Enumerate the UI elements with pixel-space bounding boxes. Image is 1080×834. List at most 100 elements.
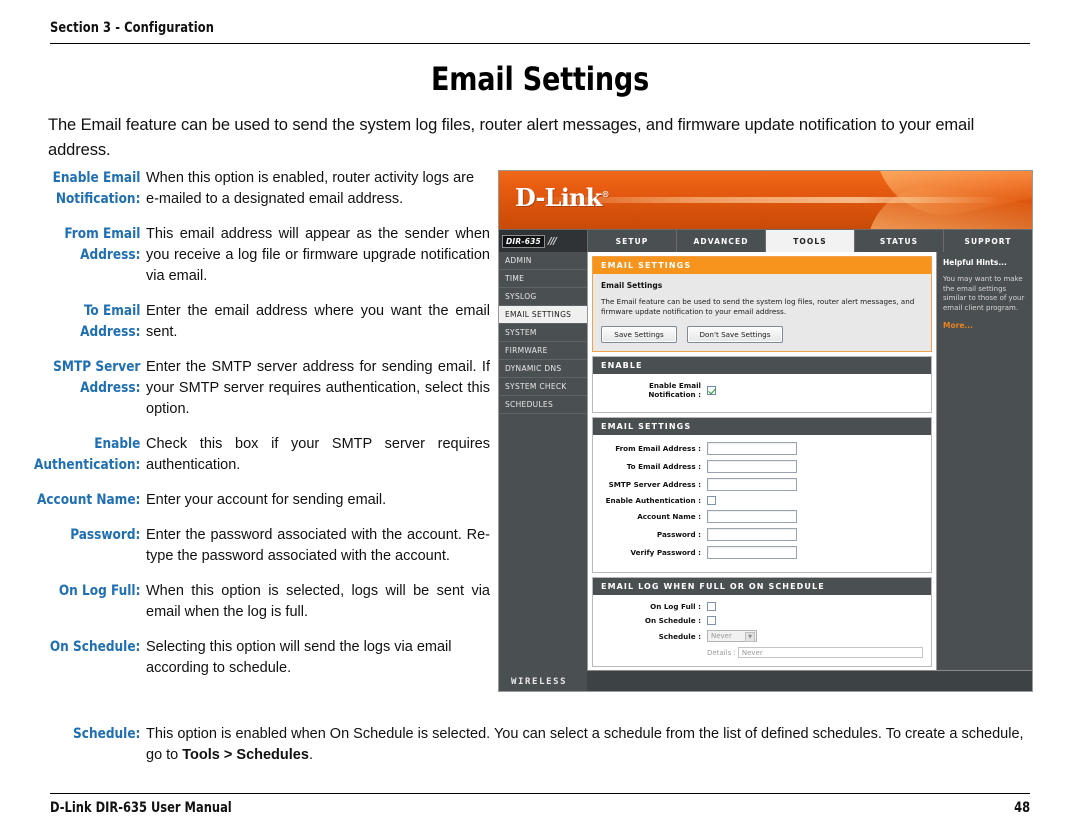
enable-email-notification-checkbox[interactable] [707,385,716,395]
description-item: On Schedule: Selecting this option will … [20,637,490,679]
description-label: On Schedule: [49,639,141,655]
description-item: Password: Enter the password associated … [20,525,490,567]
email-settings-panel-body: Email Settings The Email feature can be … [593,274,931,351]
enable-email-notification-label: Enable Email Notification : [648,381,701,399]
enable-authentication-checkbox[interactable] [707,496,716,505]
description-text: Enter the email address where you want t… [146,303,490,340]
to-email-address-input[interactable] [707,460,797,473]
description-label: On Log Full: [58,583,141,599]
tab-tools[interactable]: TOOLS [766,230,855,252]
to-email-address-label: To Email Address : [626,462,701,471]
on-log-full-checkbox[interactable] [707,602,716,611]
description-text: Selecting this option will send the logs… [146,639,452,676]
schedule-select[interactable]: Never ▼ [707,630,757,642]
page-footer: D-Link DIR-635 User Manual 48 [50,793,1030,816]
description-label: Enable Email Notification: [52,170,141,207]
email-settings-intro-panel: EMAIL SETTINGS Email Settings The Email … [592,256,932,352]
enable-authentication-label: Enable Authentication : [605,496,701,505]
password-row: Password : [601,528,923,541]
on-log-full-label: On Log Full : [650,602,701,611]
description-text: This email address will appear as the se… [146,226,490,284]
helpful-hints-more-link[interactable]: More... [943,321,1026,330]
dont-save-settings-button[interactable]: Don't Save Settings [687,326,783,343]
schedule-note-bold: Tools > Schedules [182,747,309,763]
verify-password-label: Verify Password : [630,548,702,557]
sidebar-item-system[interactable]: SYSTEM [499,324,587,342]
description-label: From Email Address: [64,226,141,263]
sidebar-item-schedules[interactable]: SCHEDULES [499,396,587,414]
intro-paragraph: The Email feature can be used to send th… [48,116,975,159]
schedule-details-input[interactable]: Never [737,647,923,658]
schedule-note-text: This option is enabled when On Schedule … [146,724,1032,766]
smtp-server-address-row: SMTP Server Address : [601,478,923,491]
schedule-details-label: Details : [707,648,736,657]
account-name-row: Account Name : [601,510,923,523]
on-log-full-row: On Log Full : [601,602,923,611]
enable-panel: ENABLE Enable Email Notification : [592,356,932,413]
password-input[interactable] [707,528,797,541]
description-item: Enable Authentication: Check this box if… [20,434,490,476]
chevron-down-icon: ▼ [745,632,755,642]
description-text: Enter the SMTP server address for sendin… [146,359,490,417]
account-name-input[interactable] [707,510,797,523]
on-schedule-label: On Schedule : [644,616,701,625]
schedule-note: Schedule: This option is enabled when On… [20,724,1032,766]
section-breadcrumb: Section 3 - Configuration [50,20,214,36]
description-label: To Email Address: [80,303,141,340]
description-label: SMTP Server Address: [53,359,141,396]
router-body: ADMIN TIME SYSLOG EMAIL SETTINGS SYSTEM … [499,252,1032,691]
on-schedule-checkbox[interactable] [707,616,716,625]
sidebar-item-system-check[interactable]: SYSTEM CHECK [499,378,587,396]
description-label: Enable Authentication: [33,436,141,473]
from-email-address-label: From Email Address : [615,444,701,453]
sidebar-item-dynamic-dns[interactable]: DYNAMIC DNS [499,360,587,378]
sidebar-item-syslog[interactable]: SYSLOG [499,288,587,306]
email-log-panel: EMAIL LOG WHEN FULL OR ON SCHEDULE On Lo… [592,577,932,667]
footer-divider [50,793,1030,794]
email-settings-form-header: EMAIL SETTINGS [593,418,931,435]
sidebar-filler [499,414,587,691]
description-list: Enable Email Notification: When this opt… [20,168,490,693]
wireless-footer-label: WIRELESS [511,677,568,687]
email-settings-form-panel: EMAIL SETTINGS From Email Address : To E… [592,417,932,573]
enable-panel-body: Enable Email Notification : [593,374,931,412]
description-item: SMTP Server Address: Enter the SMTP serv… [20,357,490,420]
verify-password-row: Verify Password : [601,546,923,559]
sidebar-item-admin[interactable]: ADMIN [499,252,587,270]
email-settings-subtitle: Email Settings [601,281,663,290]
account-name-label: Account Name : [637,512,701,521]
email-settings-form-body: From Email Address : To Email Address : … [593,435,931,572]
description-text: Check this box if your SMTP server requi… [146,436,490,473]
description-label: Account Name: [36,492,141,508]
verify-password-input[interactable] [707,546,797,559]
to-email-address-row: To Email Address : [601,460,923,473]
router-web-ui-screenshot: D-Link® DIR-635 /// SETUP ADVANCED TOOLS… [498,170,1033,692]
schedule-note-label: Schedule: [73,726,141,742]
description-text: Enter the password associated with the a… [146,527,490,564]
smtp-server-address-input[interactable] [707,478,797,491]
description-item: From Email Address: This email address w… [20,224,490,287]
smtp-server-address-label: SMTP Server Address : [608,480,701,489]
footer-manual-title: D-Link DIR-635 User Manual [50,800,232,816]
enable-email-notification-row: Enable Email Notification : [601,381,923,399]
model-slashes-icon: /// [547,235,557,247]
description-text: Enter your account for sending email. [146,492,387,508]
dlink-logo: D-Link® [515,183,610,212]
enable-authentication-row: Enable Authentication : [601,496,923,505]
page-header: Section 3 - Configuration [50,20,1030,44]
sidebar-item-time[interactable]: TIME [499,270,587,288]
password-label: Password : [656,530,701,539]
sidebar-item-firmware[interactable]: FIRMWARE [499,342,587,360]
tab-advanced[interactable]: ADVANCED [677,230,766,252]
from-email-address-input[interactable] [707,442,797,455]
enable-panel-header: ENABLE [593,357,931,374]
schedule-row: Schedule : Never ▼ [601,630,923,642]
page-title: Email Settings [430,60,650,98]
save-settings-button[interactable]: Save Settings [601,326,677,343]
tab-setup[interactable]: SETUP [588,230,677,252]
from-email-address-row: From Email Address : [601,442,923,455]
sidebar-item-email-settings[interactable]: EMAIL SETTINGS [499,306,587,324]
tab-status[interactable]: STATUS [855,230,944,252]
helpful-hints-text: You may want to make the email settings … [943,275,1025,312]
tab-support[interactable]: SUPPORT [944,230,1032,252]
